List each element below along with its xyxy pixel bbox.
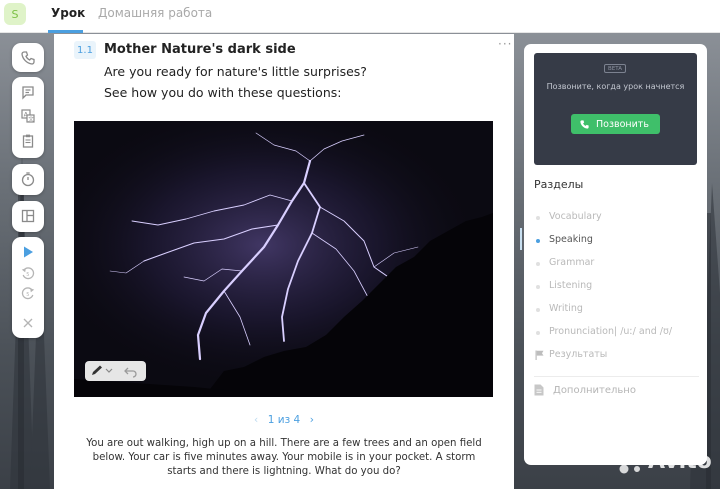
forward-icon[interactable]: 5: [18, 283, 38, 303]
section-dot: [536, 308, 540, 312]
call-button[interactable]: Позвонить: [571, 114, 660, 134]
exercise-story-text: You are out walking, high up on a hill. …: [86, 438, 482, 477]
undo-button[interactable]: [123, 364, 139, 378]
section-vocabulary[interactable]: Vocabulary: [534, 211, 699, 225]
section-label: Vocabulary: [549, 211, 602, 222]
beta-badge: BETA: [604, 64, 626, 73]
divider: [534, 376, 699, 377]
chat-icon[interactable]: [18, 82, 38, 102]
active-section-marker: [520, 228, 522, 250]
tool-group-layout: [12, 201, 44, 232]
drawing-toolbar: [85, 361, 146, 381]
rewind-icon[interactable]: 5: [18, 263, 38, 283]
top-bar: S Урок Домашняя работа: [0, 0, 720, 33]
tab-homework[interactable]: Домашняя работа: [98, 6, 212, 20]
svg-text:5: 5: [26, 292, 29, 298]
lightning-image: [74, 121, 493, 397]
section-dot: [536, 285, 540, 289]
svg-text:文: 文: [28, 115, 34, 123]
pager-prev-button[interactable]: ‹: [254, 414, 258, 426]
section-grammar[interactable]: Grammar: [534, 257, 699, 271]
tab-lesson[interactable]: Урок: [51, 6, 85, 20]
exercise-number: 1.1: [74, 41, 96, 59]
phone-icon: [580, 119, 589, 129]
close-icon[interactable]: [18, 313, 38, 333]
section-writing[interactable]: Writing: [534, 303, 699, 317]
undo-icon: [124, 367, 137, 378]
phone-icon[interactable]: [18, 48, 38, 68]
video-call-panel: BETA Позвоните, когда урок начнется Позв…: [534, 53, 697, 165]
clipboard-icon[interactable]: [18, 131, 38, 151]
section-listening[interactable]: Listening: [534, 280, 699, 294]
section-results[interactable]: Результаты: [534, 349, 699, 363]
avito-watermark: Avito: [612, 447, 716, 477]
tool-group-materials: A文: [12, 77, 44, 158]
section-label: Speaking: [549, 234, 593, 245]
intro-line-2: See how you do with these questions:: [104, 85, 342, 100]
pager-next-button[interactable]: ›: [310, 414, 314, 426]
pen-icon: [92, 365, 113, 375]
timer-icon[interactable]: [18, 169, 38, 189]
section-label: Grammar: [549, 257, 595, 268]
call-button-label: Позвонить: [596, 118, 649, 130]
lightning-photo: [74, 121, 493, 397]
layout-icon[interactable]: [18, 206, 38, 226]
document-icon: [534, 384, 544, 396]
tool-group-call: [12, 43, 44, 72]
tool-group-media: 5 5: [12, 237, 44, 338]
exercise-title: Mother Nature's dark side: [104, 42, 296, 57]
watermark-text: Avito: [648, 449, 712, 474]
avito-logo-icon: [615, 449, 640, 474]
additional-label: Дополнительно: [553, 385, 636, 396]
section-label: Writing: [549, 303, 583, 314]
tool-group-timer: [12, 164, 44, 195]
section-label: Listening: [549, 280, 593, 291]
section-dot: [536, 331, 540, 335]
right-sidebar: BETA Позвоните, когда урок начнется Позв…: [520, 44, 707, 465]
flag-icon: [535, 350, 544, 360]
active-tab-indicator: [48, 30, 83, 33]
pen-tool-button[interactable]: [89, 364, 115, 378]
section-dot: [536, 262, 540, 266]
section-dot: [536, 239, 540, 243]
lesson-panel: 1.1 Mother Nature's dark side Are you re…: [54, 34, 514, 489]
app-logo[interactable]: S: [4, 3, 26, 25]
pager-indicator: 1 из 4: [267, 414, 301, 426]
section-label: Результаты: [549, 349, 608, 360]
translate-icon[interactable]: A文: [18, 106, 38, 126]
section-pronunciation[interactable]: Pronunciation| /uː/ and /ʊ/: [534, 326, 699, 340]
call-message: Позвоните, когда урок начнется: [546, 82, 685, 91]
intro-line-1: Are you ready for nature's little surpri…: [104, 64, 367, 79]
section-label: Pronunciation| /uː/ and /ʊ/: [549, 326, 673, 337]
section-dot: [536, 216, 540, 220]
more-options-button[interactable]: ···: [498, 37, 512, 51]
pager: ‹ 1 из 4 ›: [254, 414, 314, 428]
svg-text:5: 5: [26, 272, 29, 278]
play-icon[interactable]: [18, 242, 38, 262]
sections-title: Разделы: [534, 178, 584, 191]
section-speaking[interactable]: Speaking: [534, 234, 699, 248]
